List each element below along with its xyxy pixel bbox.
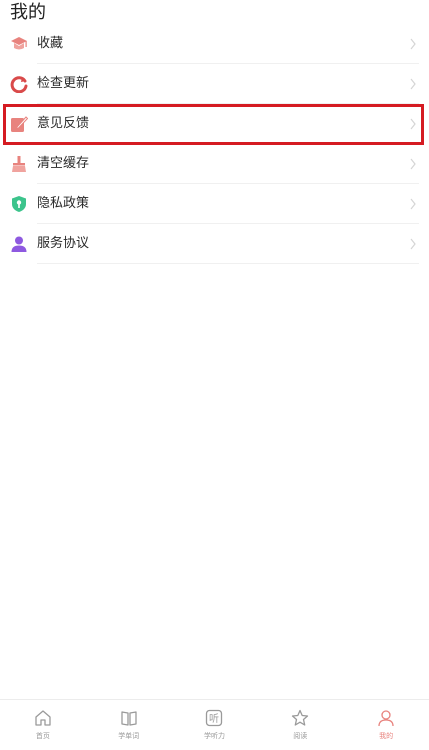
tab-home[interactable]: 首页 bbox=[0, 700, 86, 750]
listen-glyph: 听 bbox=[209, 713, 219, 725]
tab-label: 我的 bbox=[379, 732, 394, 740]
menu-item-privacy-policy[interactable]: 隐私政策 bbox=[0, 184, 429, 224]
menu-item-favorites[interactable]: 收藏 bbox=[0, 24, 429, 64]
menu-item-service-agreement[interactable]: 服务协议 bbox=[0, 224, 429, 264]
listen-icon: 听 bbox=[204, 708, 224, 728]
settings-menu: 收藏 检查更新 意见反馈 清空缓存 隐私政策 服务协议 bbox=[0, 24, 429, 264]
menu-item-label: 隐私政策 bbox=[37, 196, 90, 211]
graduation-cap-icon bbox=[9, 34, 29, 54]
book-icon bbox=[119, 708, 139, 728]
tab-label: 学单词 bbox=[118, 732, 140, 740]
star-icon bbox=[290, 708, 310, 728]
tab-reading[interactable]: 阅读 bbox=[257, 700, 343, 750]
chevron-right-icon bbox=[410, 118, 416, 130]
refresh-icon bbox=[9, 74, 29, 94]
chevron-right-icon bbox=[410, 38, 416, 50]
user-icon bbox=[9, 234, 29, 254]
chevron-right-icon bbox=[410, 78, 416, 90]
chevron-right-icon bbox=[410, 238, 416, 250]
tab-label: 阅读 bbox=[293, 732, 308, 740]
broom-icon bbox=[9, 154, 29, 174]
privacy-shield-icon bbox=[9, 194, 29, 214]
menu-item-clear-cache[interactable]: 清空缓存 bbox=[0, 144, 429, 184]
home-icon bbox=[33, 708, 53, 728]
page-title: 我的 bbox=[10, 2, 46, 23]
profile-icon bbox=[376, 708, 396, 728]
menu-item-label: 收藏 bbox=[37, 36, 64, 51]
menu-item-label: 检查更新 bbox=[37, 76, 90, 91]
tab-label: 学听力 bbox=[203, 732, 225, 740]
tab-learn-words[interactable]: 学单词 bbox=[86, 700, 172, 750]
menu-item-check-update[interactable]: 检查更新 bbox=[0, 64, 429, 104]
tab-profile[interactable]: 我的 bbox=[343, 700, 429, 750]
chevron-right-icon bbox=[410, 158, 416, 170]
divider bbox=[37, 263, 419, 264]
menu-item-feedback[interactable]: 意见反馈 bbox=[0, 104, 429, 144]
tab-learn-listening[interactable]: 听 学听力 bbox=[172, 700, 258, 750]
edit-note-icon bbox=[9, 114, 29, 134]
menu-item-label: 服务协议 bbox=[37, 236, 90, 251]
tab-label: 首页 bbox=[35, 732, 50, 740]
chevron-right-icon bbox=[410, 198, 416, 210]
menu-item-label: 清空缓存 bbox=[37, 156, 90, 171]
bottom-tab-bar: 首页 学单词 听 学听力 阅读 我的 bbox=[0, 699, 429, 750]
menu-item-label: 意见反馈 bbox=[37, 116, 90, 131]
